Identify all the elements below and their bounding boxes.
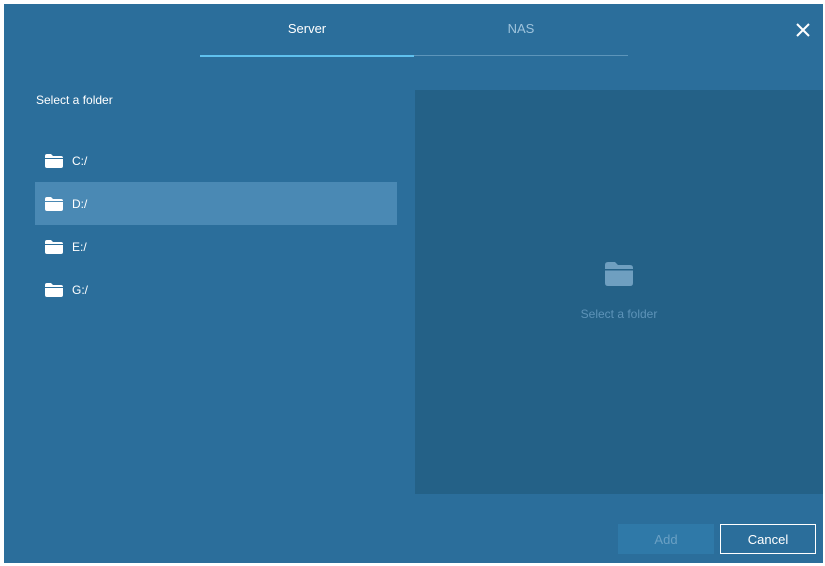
empty-state-text: Select a folder	[580, 307, 658, 321]
close-icon[interactable]	[793, 20, 813, 40]
add-button[interactable]: Add	[618, 524, 714, 554]
folder-item-e[interactable]: E:/	[35, 225, 397, 268]
folder-label: C:/	[72, 153, 88, 168]
folder-label: E:/	[72, 239, 87, 254]
folder-picker-dialog: Server NAS Select a folder C:/ D:/ E:/ G…	[4, 4, 823, 563]
folder-icon	[605, 262, 633, 286]
folder-icon	[45, 196, 63, 211]
tab-nas[interactable]: NAS	[414, 4, 628, 56]
left-panel-title: Select a folder	[36, 93, 113, 107]
folder-label: G:/	[72, 282, 89, 297]
folder-icon	[45, 282, 63, 297]
folder-label: D:/	[72, 196, 88, 211]
tab-bar: Server NAS	[200, 4, 628, 57]
folder-item-c[interactable]: C:/	[35, 139, 397, 182]
folder-icon	[45, 153, 63, 168]
tab-server[interactable]: Server	[200, 4, 414, 57]
folder-list: C:/ D:/ E:/ G:/	[35, 139, 397, 311]
folder-contents-panel: Select a folder	[415, 90, 823, 494]
folder-icon	[45, 239, 63, 254]
folder-item-d[interactable]: D:/	[35, 182, 397, 225]
folder-item-g[interactable]: G:/	[35, 268, 397, 311]
cancel-button[interactable]: Cancel	[720, 524, 816, 554]
